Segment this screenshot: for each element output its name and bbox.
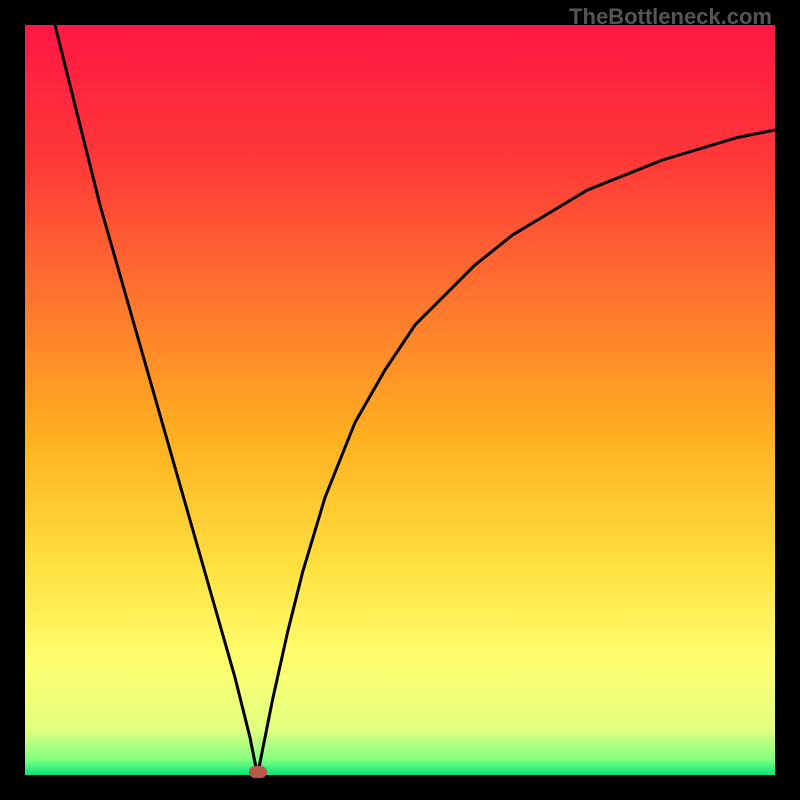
watermark-text: TheBottleneck.com	[569, 4, 772, 30]
bottleneck-curve	[25, 25, 775, 775]
plot-area	[25, 25, 775, 775]
minimum-point-marker	[249, 766, 267, 778]
